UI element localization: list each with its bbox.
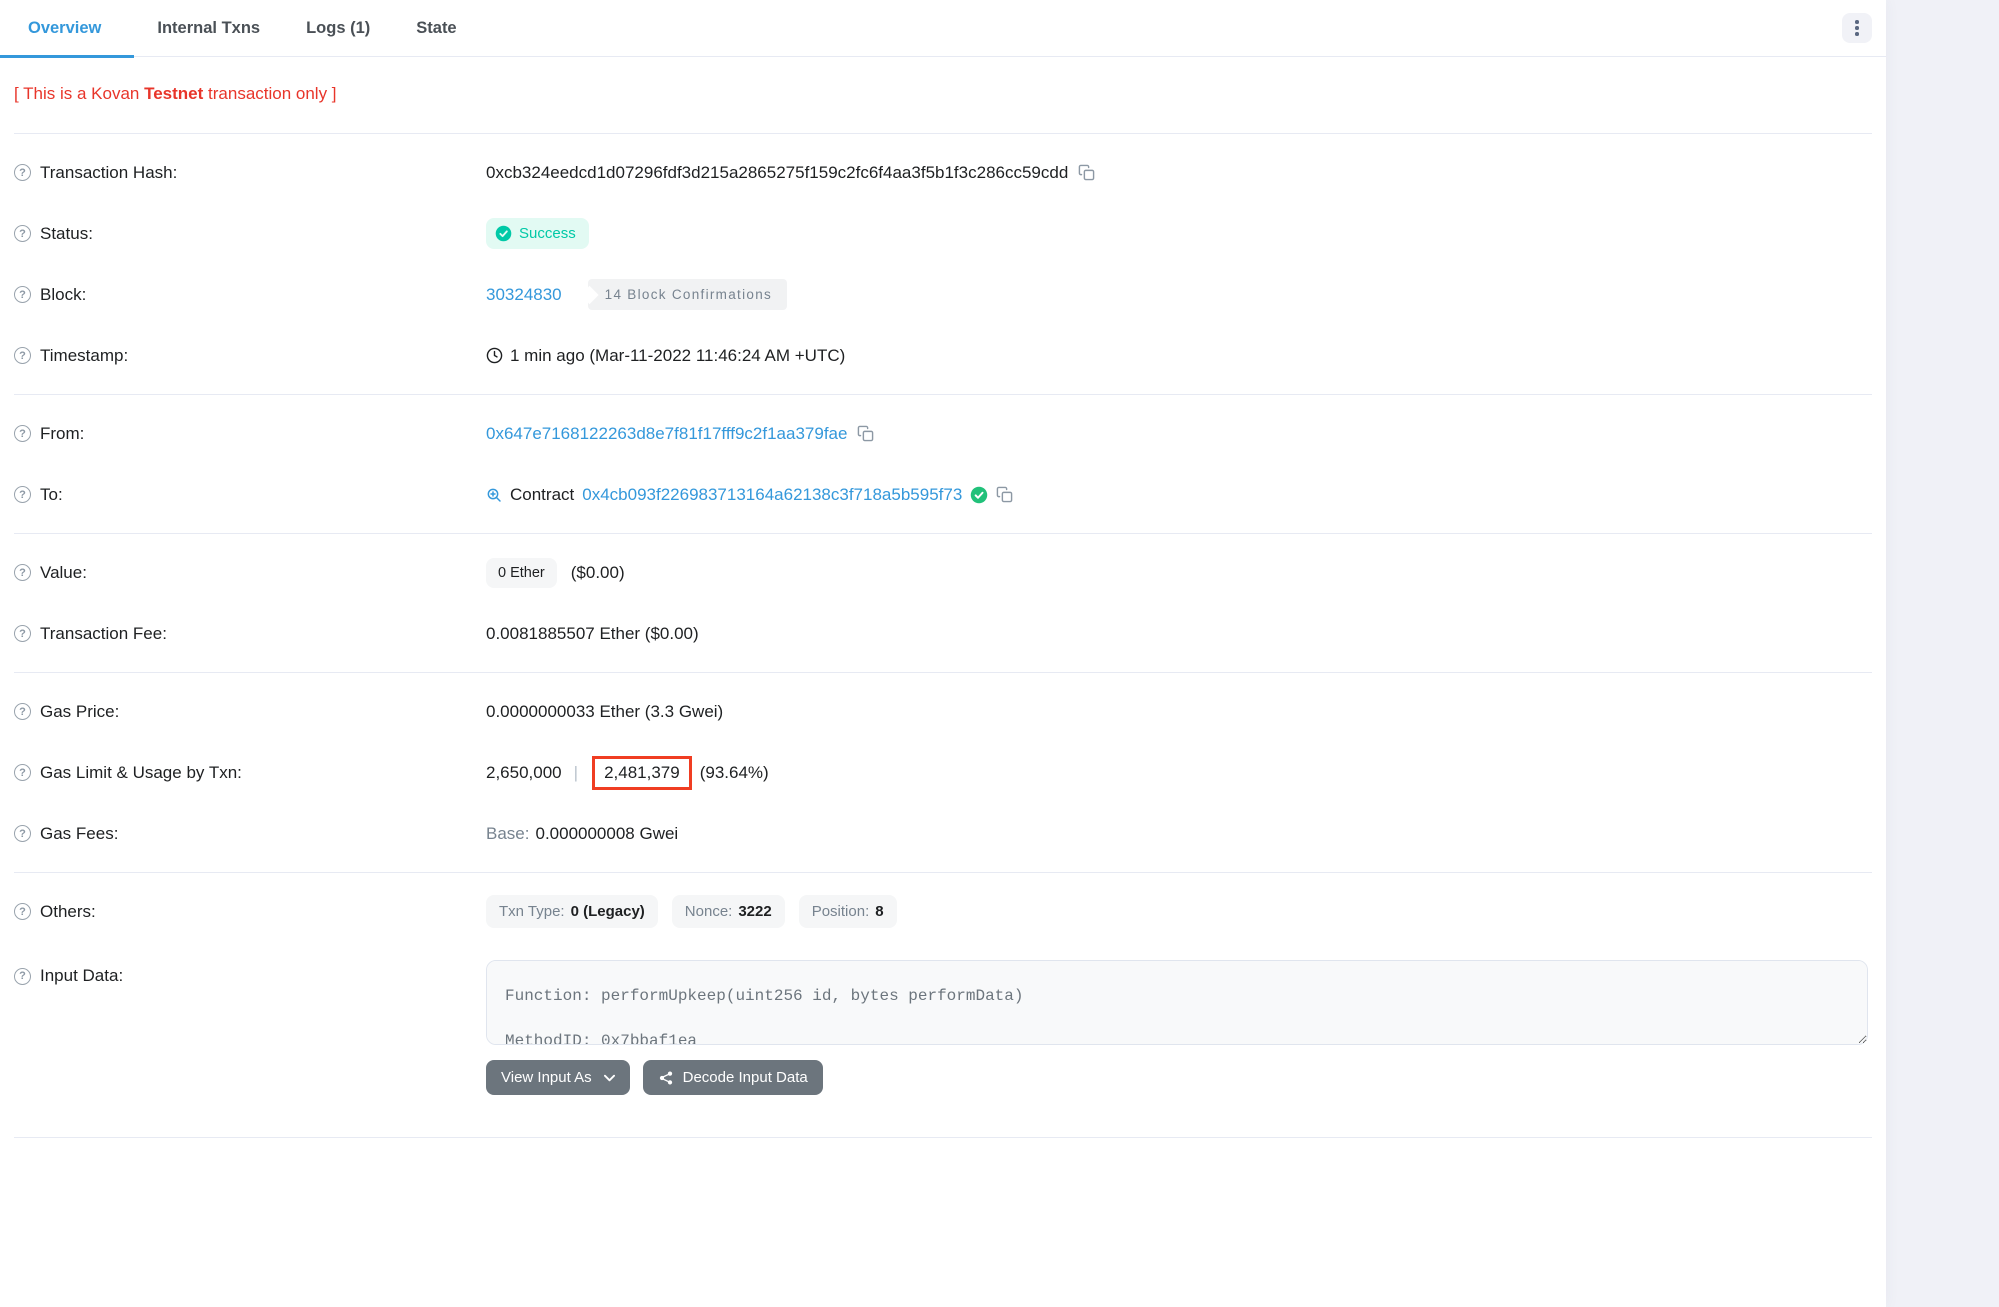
gas-fees-base-value: 0.000000008 Gwei [535,824,678,844]
value-usd: ($0.00) [571,563,625,583]
section-gas: Gas Price: 0.0000000033 Ether (3.3 Gwei)… [14,673,1872,873]
help-icon[interactable] [14,564,31,581]
help-icon[interactable] [14,625,31,642]
notice-bold: Testnet [144,84,203,103]
notice-suffix: transaction only ] [203,84,336,103]
testnet-notice: [ This is a Kovan Testnet transaction on… [14,57,1872,134]
help-icon[interactable] [14,164,31,181]
help-icon[interactable] [14,347,31,364]
copy-icon [996,486,1013,503]
decode-icon [658,1070,674,1086]
transaction-hash-value: 0xcb324eedcd1d07296fdf3d215a2865275f159c… [486,163,1068,183]
block-label: Block: [40,285,86,305]
help-icon[interactable] [14,764,31,781]
nonce-badge: Nonce: 3222 [672,895,785,928]
from-address-link[interactable]: 0x647e7168122263d8e7f81f17fff9c2f1aa379f… [486,424,847,444]
to-address-link[interactable]: 0x4cb093f226983713164a62138c3f718a5b595f… [582,485,962,505]
gas-limit-value: 2,650,000 [486,763,562,783]
check-circle-icon [495,225,512,242]
row-value: Value: 0 Ether ($0.00) [14,542,1872,603]
txn-type-badge: Txn Type: 0 (Legacy) [486,895,658,928]
row-from: From: 0x647e7168122263d8e7f81f17fff9c2f1… [14,403,1872,464]
input-data-actions: View Input As Decode Input Data [486,1060,1872,1095]
help-icon[interactable] [14,225,31,242]
gas-limit-label: Gas Limit & Usage by Txn: [40,763,242,783]
zoom-in-icon [486,487,502,503]
gas-price-label: Gas Price: [40,702,119,722]
row-gas-fees: Gas Fees: Base: 0.000000008 Gwei [14,803,1872,864]
row-others: Others: Txn Type: 0 (Legacy) Nonce: 3222… [14,881,1872,942]
transaction-fee-value: 0.0081885507 Ether ($0.00) [486,624,699,644]
input-data-textarea[interactable]: Function: performUpkeep(uint256 id, byte… [486,960,1868,1045]
value-label: Value: [40,563,87,583]
value-ether-badge: 0 Ether [486,558,557,588]
row-gas-price: Gas Price: 0.0000000033 Ether (3.3 Gwei) [14,681,1872,742]
block-confirmations-badge: 14 Block Confirmations [588,279,787,310]
view-input-as-button[interactable]: View Input As [486,1060,630,1095]
copy-to-button[interactable] [996,486,1013,503]
chevron-down-icon [604,1074,615,1082]
to-label: To: [40,485,63,505]
section-others-input: Others: Txn Type: 0 (Legacy) Nonce: 3222… [14,873,1872,1138]
copy-icon [1078,164,1095,181]
help-icon[interactable] [14,825,31,842]
vertical-dots-icon [1855,20,1859,24]
transaction-hash-label: Transaction Hash: [40,163,177,183]
section-value-fee: Value: 0 Ether ($0.00) Transaction Fee: … [14,534,1872,673]
help-icon[interactable] [14,903,31,920]
copy-icon [857,425,874,442]
gas-used-value: 2,481,379 [604,763,680,782]
tab-bar: Overview Internal Txns Logs (1) State [0,0,1886,57]
gas-used-percent: (93.64%) [700,763,769,783]
row-transaction-fee: Transaction Fee: 0.0081885507 Ether ($0.… [14,603,1872,664]
input-data-label: Input Data: [40,966,123,986]
row-transaction-hash: Transaction Hash: 0xcb324eedcd1d07296fdf… [14,142,1872,203]
gas-separator: | [568,763,584,783]
row-to: To: Contract 0x4cb093f226983713164a62138… [14,464,1872,525]
copy-from-button[interactable] [857,425,874,442]
help-icon[interactable] [14,286,31,303]
status-label: Status: [40,224,93,244]
tab-logs[interactable]: Logs (1) [283,0,393,57]
section-addresses: From: 0x647e7168122263d8e7f81f17fff9c2f1… [14,395,1872,534]
copy-hash-button[interactable] [1078,164,1095,181]
help-icon[interactable] [14,703,31,720]
notice-prefix: [ This is a Kovan [14,84,144,103]
tab-state[interactable]: State [393,0,479,57]
status-badge: Success [486,218,589,249]
help-icon[interactable] [14,425,31,442]
timestamp-label: Timestamp: [40,346,128,366]
tab-overview[interactable]: Overview [0,0,134,57]
row-input-data: Input Data: Function: performUpkeep(uint… [14,952,1872,1095]
row-block: Block: 30324830 14 Block Confirmations [14,264,1872,325]
row-gas-limit-usage: Gas Limit & Usage by Txn: 2,650,000 | 2,… [14,742,1872,803]
status-value: Success [519,225,576,242]
tab-internal-txns[interactable]: Internal Txns [134,0,283,57]
position-badge: Position: 8 [799,895,897,928]
verified-check-icon [970,486,988,504]
gas-fees-base-label: Base: [486,824,529,844]
section-overview-top: Transaction Hash: 0xcb324eedcd1d07296fdf… [14,134,1872,395]
gas-fees-label: Gas Fees: [40,824,118,844]
transaction-details-card: Overview Internal Txns Logs (1) State [ … [0,0,1886,1307]
others-label: Others: [40,902,96,922]
transaction-fee-label: Transaction Fee: [40,624,167,644]
help-icon[interactable] [14,968,31,985]
decode-input-data-button[interactable]: Decode Input Data [643,1060,823,1095]
block-number-link[interactable]: 30324830 [486,285,562,305]
gas-used-annotation-box: 2,481,379 [592,756,692,790]
more-options-button[interactable] [1842,13,1872,43]
help-icon[interactable] [14,486,31,503]
row-status: Status: Success [14,203,1872,264]
row-timestamp: Timestamp: 1 min ago (Mar-11-2022 11:46:… [14,325,1872,386]
timestamp-value: 1 min ago (Mar-11-2022 11:46:24 AM +UTC) [510,346,845,366]
gas-price-value: 0.0000000033 Ether (3.3 Gwei) [486,702,723,722]
to-contract-text: Contract [510,485,574,505]
clock-icon [486,347,503,364]
from-label: From: [40,424,84,444]
